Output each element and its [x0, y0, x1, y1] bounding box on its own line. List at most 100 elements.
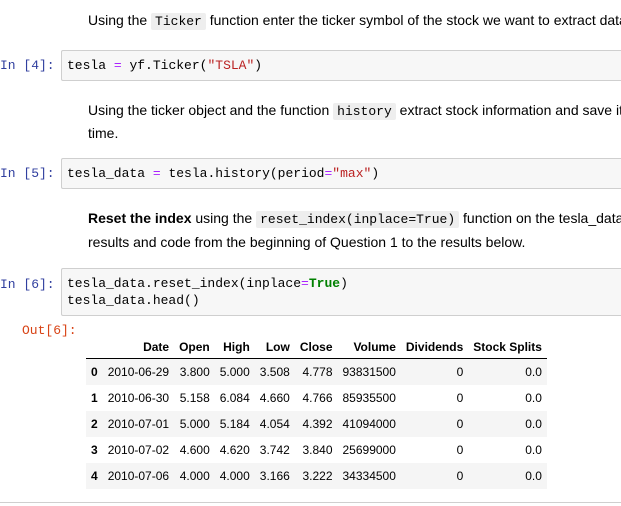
- table-cell: 5.184: [219, 417, 250, 431]
- table-cell: 0.0: [525, 443, 542, 457]
- md-text: using the: [191, 210, 257, 226]
- table-cell: 0: [456, 417, 464, 431]
- table-header-cell: Volume: [337, 336, 401, 359]
- code-token: tesla.history(period: [168, 166, 325, 181]
- input-prompt-6: In [6]:: [0, 277, 55, 292]
- table-cell: 4.600: [179, 443, 210, 457]
- code-token: tesla_data: [67, 166, 146, 181]
- table-cell: 0: [456, 443, 464, 457]
- code-token: tesla_data.head(): [67, 293, 200, 308]
- table-header-cell: Low: [254, 336, 295, 359]
- table-cell: 0: [456, 391, 464, 405]
- table-cell: 2010-07-02: [107, 443, 170, 457]
- md-text: Using the ticker object and the function: [88, 102, 334, 118]
- markdown-cell-history-instruction[interactable]: Using the ticker object and the function…: [88, 100, 621, 143]
- table-cell: 4.054: [259, 417, 290, 431]
- table-cell: 0: [456, 469, 464, 483]
- md-text: function enter the ticker symbol of the …: [205, 12, 621, 28]
- code-cell-4[interactable]: tesla = yf.Ticker("TSLA"): [61, 50, 621, 81]
- table-header-cell: [86, 336, 103, 359]
- table-row: 4 2010-07-06 4.000 4.000 3.166 3.222 343…: [86, 463, 547, 489]
- table-cell: 0.0: [525, 391, 542, 405]
- input-prompt-4: In [4]:: [0, 58, 55, 73]
- table-cell: 3.222: [302, 469, 333, 483]
- row-index: 4: [91, 469, 98, 483]
- table-cell: 25699000: [342, 443, 396, 457]
- row-index: 2: [91, 417, 98, 431]
- md-text: time.: [88, 125, 119, 141]
- table-cell: 0: [456, 365, 464, 379]
- md-bold-text: Reset the index: [88, 210, 192, 226]
- table-cell: 2010-07-06: [107, 469, 170, 483]
- code-token: ): [254, 58, 263, 73]
- table-cell: 3.840: [302, 443, 333, 457]
- table-header-row: Date Open High Low Close Volume Dividend…: [86, 336, 547, 359]
- table-cell: 5.000: [179, 417, 210, 431]
- table-header-cell: Close: [294, 336, 338, 359]
- code-operator: =: [301, 276, 309, 291]
- code-string: "TSLA": [207, 58, 255, 73]
- row-index: 0: [91, 365, 98, 379]
- table-cell: 3.508: [259, 365, 290, 379]
- code-token: tesla_data.reset_index(inplace: [67, 276, 302, 291]
- table-header-cell: Date: [102, 336, 175, 359]
- table-cell: 4.000: [179, 469, 210, 483]
- table-cell: 0.0: [525, 469, 542, 483]
- table-cell: 6.084: [219, 391, 250, 405]
- table-cell: 3.742: [259, 443, 290, 457]
- table-cell: 0.0: [525, 365, 542, 379]
- table-cell: 34334500: [342, 469, 396, 483]
- code-string: "max": [332, 166, 372, 181]
- table-header-cell: Stock Splits: [468, 336, 547, 359]
- md-text: results and code from the beginning of Q…: [88, 234, 526, 250]
- table-cell: 2010-06-30: [107, 391, 170, 405]
- table-row: 2 2010-07-01 5.000 5.184 4.054 4.392 410…: [86, 411, 547, 437]
- table-cell: 4.660: [259, 391, 290, 405]
- code-operator: =: [113, 58, 122, 73]
- md-text: function on the tesla_data: [459, 210, 621, 226]
- code-token: yf.Ticker(: [129, 58, 208, 73]
- table-header-cell: Dividends: [400, 336, 469, 359]
- table-cell: 5.158: [179, 391, 210, 405]
- table-cell: 4.778: [302, 365, 333, 379]
- input-prompt-5: In [5]:: [0, 166, 55, 181]
- code-keyword: True: [308, 276, 341, 291]
- md-text: extract stock information and save it: [395, 102, 621, 118]
- table-cell: 4.620: [219, 443, 250, 457]
- markdown-cell-reset-index-instruction[interactable]: Reset the index using the reset_index(in…: [88, 208, 621, 252]
- cell-divider: [0, 502, 621, 503]
- table-cell: 2010-06-29: [107, 365, 170, 379]
- table-header-cell: Open: [174, 336, 215, 359]
- output-prompt-6: Out[6]:: [22, 323, 77, 338]
- table-cell: 4.392: [302, 417, 333, 431]
- table-cell: 93831500: [342, 365, 396, 379]
- code-cell-5[interactable]: tesla_data = tesla.history(period="max"): [61, 158, 621, 189]
- table-row: 1 2010-06-30 5.158 6.084 4.660 4.766 859…: [86, 385, 547, 411]
- table-cell: 3.166: [259, 469, 290, 483]
- table-cell: 4.766: [302, 391, 333, 405]
- markdown-cell-ticker-instruction[interactable]: Using the Ticker function enter the tick…: [88, 10, 621, 32]
- inline-code-history: history: [333, 103, 396, 120]
- dataframe-table: Date Open High Low Close Volume Dividend…: [86, 336, 547, 489]
- table-row: 3 2010-07-02 4.600 4.620 3.742 3.840 256…: [86, 437, 547, 463]
- code-cell-6[interactable]: tesla_data.reset_index(inplace=True) tes…: [61, 268, 621, 316]
- table-row: 0 2010-06-29 3.800 5.000 3.508 4.778 938…: [86, 358, 547, 385]
- table-cell: 5.000: [219, 365, 250, 379]
- code-token: ): [340, 276, 348, 291]
- row-index: 3: [91, 443, 98, 457]
- table-header-cell: High: [214, 336, 255, 359]
- code-token: ): [371, 166, 380, 181]
- code-token: tesla: [67, 58, 107, 73]
- md-text: Using the: [88, 12, 152, 28]
- notebook: Using the Ticker function enter the tick…: [0, 0, 621, 506]
- inline-code-ticker: Ticker: [151, 13, 206, 30]
- table-cell: 0.0: [525, 417, 542, 431]
- code-operator: =: [152, 166, 161, 181]
- table-cell: 85935500: [342, 391, 396, 405]
- table-cell: 3.800: [179, 365, 210, 379]
- table-cell: 41094000: [342, 417, 396, 431]
- table-cell: 2010-07-01: [107, 417, 170, 431]
- table-cell: 4.000: [219, 469, 250, 483]
- row-index: 1: [91, 391, 98, 405]
- inline-code-reset-index: reset_index(inplace=True): [256, 211, 460, 228]
